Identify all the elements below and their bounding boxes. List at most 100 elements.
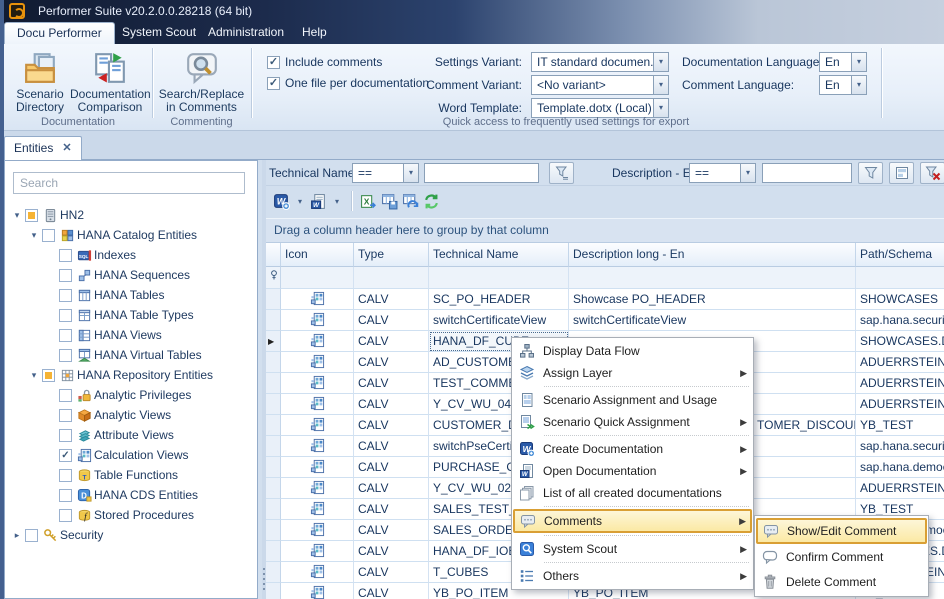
tree-checkbox[interactable]: ✓ (59, 449, 72, 462)
table-save-button[interactable] (381, 193, 398, 210)
cell-path-schema[interactable]: sap.hana.security (856, 436, 944, 457)
tree-checkbox[interactable] (25, 209, 38, 222)
menu-item-others[interactable]: Others▶ (512, 565, 753, 587)
cell-type[interactable]: CALV (354, 352, 429, 373)
cell-path-schema[interactable]: sap.hana.democo (856, 457, 944, 478)
description-operator-combo[interactable]: == ▾ (689, 163, 756, 183)
tree-item-hana-repository-entities[interactable]: ▾HANA Repository Entities (5, 365, 257, 385)
clear-filter-button[interactable] (920, 162, 944, 184)
chevron-down-icon[interactable]: ▾ (335, 197, 339, 206)
tree-item-hana-sequences[interactable]: HANA Sequences (5, 265, 257, 285)
documentation-comparison-button[interactable]: Documentation Comparison (70, 51, 150, 114)
tree-checkbox[interactable] (59, 389, 72, 402)
tree-item-indexes[interactable]: SQLIndexes (5, 245, 257, 265)
one-file-per-doc-checkbox[interactable]: ✓ One file per documentation (267, 76, 429, 90)
tree-checkbox[interactable] (59, 329, 72, 342)
menu-item-comments[interactable]: Comments▶ (513, 509, 752, 533)
cell-path-schema[interactable]: sap.hana.security (856, 310, 944, 331)
column-header-description[interactable]: Description long - En (569, 243, 856, 267)
cell-path-schema[interactable]: ADUERRSTEIN_TE (856, 478, 944, 499)
collapse-icon[interactable]: ▾ (9, 210, 25, 221)
table-refresh-button[interactable] (402, 193, 419, 210)
menu-item-scenario-quick-assignment[interactable]: Scenario Quick Assignment▶ (512, 411, 753, 433)
tree-checkbox[interactable] (59, 349, 72, 362)
chevron-down-icon[interactable]: ▾ (852, 52, 867, 72)
chevron-down-icon[interactable]: ▾ (654, 98, 669, 118)
tree-item-hana-catalog-entities[interactable]: ▾HANA Catalog Entities (5, 225, 257, 245)
cell-type[interactable]: CALV (354, 478, 429, 499)
tree-checkbox[interactable] (59, 249, 72, 262)
cell-type[interactable]: CALV (354, 562, 429, 583)
collapse-icon[interactable]: ▾ (26, 230, 42, 241)
cell-type[interactable]: CALV (354, 331, 429, 352)
layout-button[interactable] (889, 162, 914, 184)
tree-checkbox[interactable] (59, 269, 72, 282)
tree-checkbox[interactable] (42, 229, 55, 242)
tree-checkbox[interactable] (59, 469, 72, 482)
menu-item-system-scout[interactable]: System Scout▶ (512, 538, 753, 560)
scenario-directory-button[interactable]: Scenario Directory (9, 51, 71, 114)
tree-item-hana-virtual-tables[interactable]: HANA Virtual Tables (5, 345, 257, 365)
chevron-down-icon[interactable]: ▾ (298, 197, 302, 206)
menu-item-create-documentation[interactable]: WCreate Documentation▶ (512, 438, 753, 460)
menu-item-confirm-comment[interactable]: Confirm Comment (755, 544, 928, 569)
menu-item-scenario-assignment-and-usage[interactable]: Scenario Assignment and Usage (512, 389, 753, 411)
menu-item-assign-layer[interactable]: Assign Layer▶ (512, 362, 753, 384)
chevron-down-icon[interactable]: ▾ (654, 75, 669, 95)
cell-technical-name[interactable]: SC_PO_HEADER (429, 289, 569, 310)
word-template-combo[interactable]: Template.dotx (Local) ▾ (531, 98, 669, 118)
cell-path-schema[interactable]: ADUERRSTEIN_TE (856, 352, 944, 373)
cell-type[interactable]: CALV (354, 520, 429, 541)
chevron-down-icon[interactable]: ▾ (741, 163, 756, 183)
cell-type[interactable]: CALV (354, 289, 429, 310)
tree-item-hana-table-types[interactable]: HANA Table Types (5, 305, 257, 325)
cell-type[interactable]: CALV (354, 394, 429, 415)
grid-filter-row[interactable] (266, 267, 944, 289)
tree-item-hana-tables[interactable]: HANA Tables (5, 285, 257, 305)
tree-checkbox[interactable] (42, 369, 55, 382)
tree-item-attribute-views[interactable]: Attribute Views (5, 425, 257, 445)
tab-docu-performer[interactable]: Docu Performer (4, 22, 115, 44)
filter-cell[interactable] (569, 267, 856, 289)
tree-checkbox[interactable] (59, 309, 72, 322)
settings-variant-combo[interactable]: IT standard documen... ▾ (531, 52, 669, 72)
tree-item-hana-views[interactable]: HANA Views (5, 325, 257, 345)
close-icon[interactable]: ✕ (62, 141, 71, 160)
chevron-down-icon[interactable]: ▾ (654, 52, 669, 72)
tree-item-stored-procedures[interactable]: fStored Procedures (5, 505, 257, 525)
sync-button[interactable] (423, 193, 440, 210)
filter-options-button[interactable] (549, 162, 574, 184)
tree-checkbox[interactable] (59, 289, 72, 302)
comment-variant-combo[interactable]: <No variant> ▾ (531, 75, 669, 95)
tree-item-calculation-views[interactable]: ✓Calculation Views (5, 445, 257, 465)
filter-cell[interactable] (856, 267, 944, 289)
tree-item-table-functions[interactable]: TTable Functions (5, 465, 257, 485)
tree-item-analytic-privileges[interactable]: Analytic Privileges (5, 385, 257, 405)
filter-cell[interactable] (354, 267, 429, 289)
menu-item-open-documentation[interactable]: WOpen Documentation▶ (512, 460, 753, 482)
cell-technical-name[interactable]: switchCertificateView (429, 310, 569, 331)
cell-description[interactable]: Showcase PO_HEADER (569, 289, 856, 310)
menu-item-display-data-flow[interactable]: Display Data Flow (512, 340, 753, 362)
tab-system-scout[interactable]: System Scout (110, 22, 208, 44)
cell-type[interactable]: CALV (354, 415, 429, 436)
search-input[interactable] (13, 172, 245, 194)
menu-item-delete-comment[interactable]: Delete Comment (755, 569, 928, 594)
include-comments-checkbox[interactable]: ✓ Include comments (267, 55, 382, 69)
cell-path-schema[interactable]: ADUERRSTEIN_TE (856, 394, 944, 415)
menu-item-show-edit-comment[interactable]: Show/Edit Comment (756, 518, 927, 544)
tree-item-hn2[interactable]: ▾HN2 (5, 205, 257, 225)
word-doc-button[interactable]: W (310, 193, 327, 210)
apply-filter-button[interactable] (858, 162, 883, 184)
cell-type[interactable]: CALV (354, 499, 429, 520)
technical-name-operator-combo[interactable]: == ▾ (352, 163, 419, 183)
search-replace-comments-button[interactable]: Search/Replace in Comments (154, 51, 249, 114)
chevron-down-icon[interactable]: ▾ (852, 75, 867, 95)
cell-description[interactable]: switchCertificateView (569, 310, 856, 331)
documentation-language-combo[interactable]: En ▾ (819, 52, 867, 72)
tree-checkbox[interactable] (59, 429, 72, 442)
filter-cell[interactable] (429, 267, 569, 289)
collapse-icon[interactable]: ▾ (26, 370, 42, 381)
cell-type[interactable]: CALV (354, 373, 429, 394)
menu-item-list-of-all-created-documentations[interactable]: List of all created documentations (512, 482, 753, 504)
